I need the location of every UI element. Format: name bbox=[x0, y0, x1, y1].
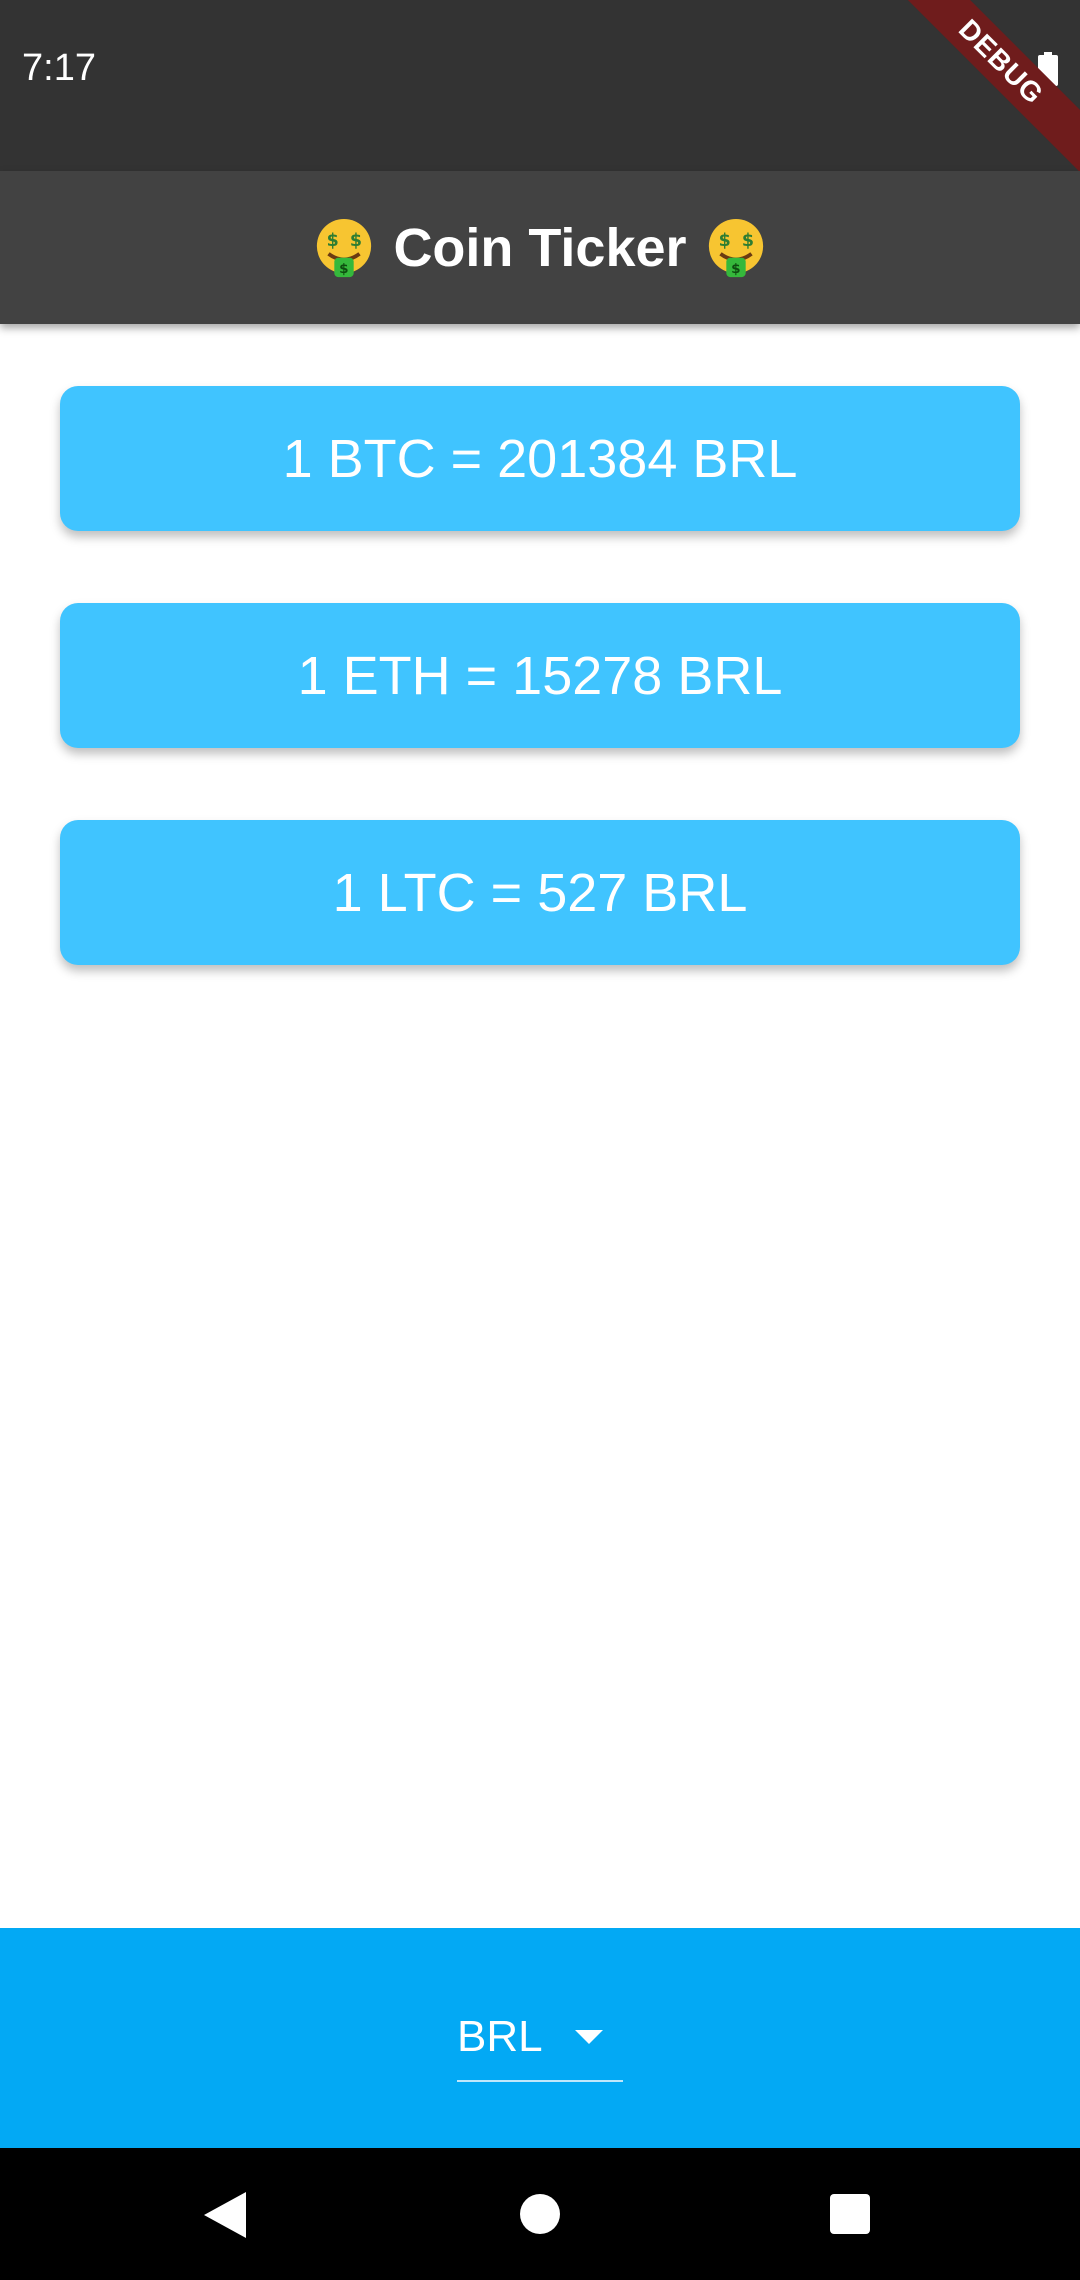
rate-text-eth: 1 ETH = 15278 BRL bbox=[297, 645, 783, 706]
app-title-container: $ $ $ Coin Ticker $ $ $ bbox=[313, 217, 766, 279]
app-bar: $ $ $ Coin Ticker $ $ $ bbox=[0, 171, 1080, 324]
rate-card-btc: 1 BTC = 201384 BRL bbox=[60, 386, 1020, 531]
arrow-drop-down-icon bbox=[575, 2030, 603, 2044]
rate-card-ltc: 1 LTC = 527 BRL bbox=[60, 820, 1020, 965]
svg-text:$: $ bbox=[731, 261, 740, 277]
rate-card-eth: 1 ETH = 15278 BRL bbox=[60, 603, 1020, 748]
status-bar: 7:17 bbox=[0, 0, 1080, 171]
svg-text:$: $ bbox=[350, 231, 362, 251]
currency-selected-value: BRL bbox=[457, 2012, 543, 2061]
status-time: 7:17 bbox=[22, 47, 96, 89]
money-mouth-face-icon: $ $ $ bbox=[708, 218, 763, 277]
money-mouth-face-icon: $ $ $ bbox=[317, 218, 372, 277]
svg-text:$: $ bbox=[340, 261, 349, 277]
rate-text-ltc: 1 LTC = 527 BRL bbox=[332, 862, 748, 923]
system-nav-bar bbox=[0, 2148, 1080, 2280]
recents-square-icon[interactable] bbox=[830, 2194, 870, 2234]
back-triangle-icon[interactable] bbox=[204, 2192, 246, 2238]
svg-text:$: $ bbox=[718, 231, 730, 251]
svg-text:$: $ bbox=[327, 231, 339, 251]
rate-text-btc: 1 BTC = 201384 BRL bbox=[282, 428, 798, 489]
svg-text:$: $ bbox=[741, 231, 753, 251]
app-title: Coin Ticker bbox=[393, 217, 687, 278]
currency-dropdown[interactable]: BRL bbox=[457, 2000, 623, 2082]
home-circle-icon[interactable] bbox=[520, 2194, 560, 2234]
